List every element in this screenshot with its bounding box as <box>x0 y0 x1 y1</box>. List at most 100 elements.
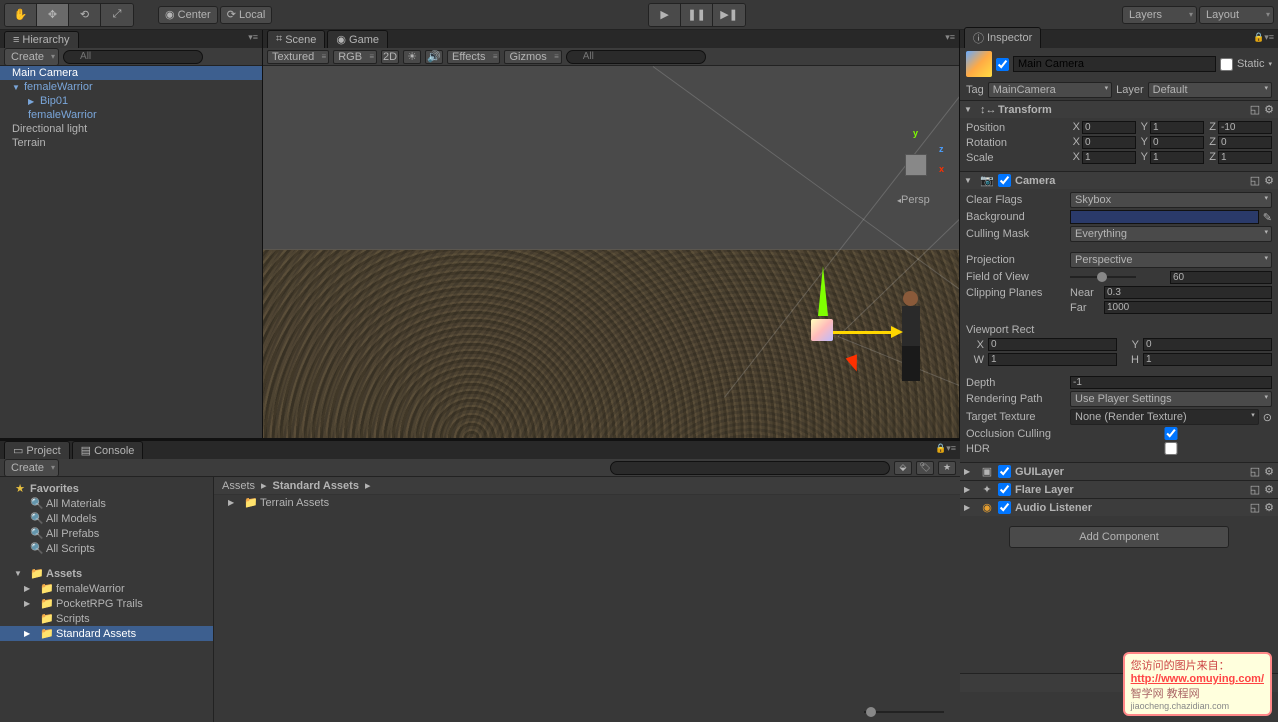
expand-icon[interactable]: ▼ <box>14 569 24 578</box>
gameobject-name-input[interactable] <box>1013 56 1216 72</box>
mode-2d-toggle[interactable]: 2D <box>381 50 399 64</box>
breadcrumb-item[interactable]: Assets <box>222 480 255 492</box>
vp-x-input[interactable] <box>988 338 1117 351</box>
hierarchy-item[interactable]: femaleWarrior <box>0 108 262 122</box>
render-mode-dropdown[interactable]: RGB <box>333 50 377 64</box>
panel-menu-icon[interactable]: ▾≡ <box>248 32 258 43</box>
expand-icon[interactable]: ▶ <box>24 584 34 593</box>
panel-menu-icon[interactable]: 🔒▾≡ <box>935 443 956 454</box>
static-checkbox[interactable] <box>1220 58 1233 71</box>
hierarchy-item[interactable]: Terrain <box>0 136 262 150</box>
expand-icon[interactable]: ▼ <box>964 105 974 114</box>
tab-project[interactable]: ▭Project <box>4 441 70 459</box>
shading-mode-dropdown[interactable]: Textured <box>267 50 329 64</box>
hierarchy-item[interactable]: Main Camera <box>0 66 262 80</box>
transform-gizmo[interactable] <box>823 331 893 334</box>
targettex-field[interactable]: None (Render Texture) <box>1070 409 1259 425</box>
tab-console[interactable]: ▤Console <box>72 441 144 459</box>
expand-icon[interactable]: ▶ <box>964 467 974 476</box>
pause-button[interactable]: ❚❚ <box>681 4 713 26</box>
thumbnail-size-slider[interactable] <box>864 706 944 718</box>
asset-folder[interactable]: ▶📁femaleWarrior <box>0 581 213 596</box>
help-icon[interactable]: ◱ <box>1250 501 1260 514</box>
gear-icon[interactable]: ⚙ <box>1264 103 1274 116</box>
tab-scene[interactable]: ⌗Scene <box>267 30 325 48</box>
panel-menu-icon[interactable]: ▾≡ <box>945 32 955 43</box>
hierarchy-item[interactable]: ▶Bip01 <box>0 94 262 108</box>
search-filter-icon[interactable]: ⬙ <box>894 461 912 475</box>
step-button[interactable]: ▶❚ <box>713 4 745 26</box>
panel-menu-icon[interactable]: 🔒▾≡ <box>1253 32 1274 43</box>
component-header-camera[interactable]: ▼ 📷 Camera ◱ ⚙ <box>960 172 1278 189</box>
scale-tool[interactable]: ⤢ <box>101 4 133 26</box>
search-save-icon[interactable]: ★ <box>938 461 956 475</box>
fov-input[interactable] <box>1170 271 1272 284</box>
hand-tool[interactable]: ✋ <box>5 4 37 26</box>
expand-icon[interactable]: ▼ <box>12 83 22 92</box>
lighting-toggle[interactable]: ☀ <box>403 50 421 64</box>
vp-y-input[interactable] <box>1143 338 1272 351</box>
clearflags-dropdown[interactable]: Skybox <box>1070 192 1272 208</box>
component-header-flarelayer[interactable]: ▶✦Flare Layer◱⚙ <box>960 481 1278 498</box>
expand-icon[interactable]: ▼ <box>964 176 974 185</box>
component-header-guilayer[interactable]: ▶▣GUILayer◱⚙ <box>960 463 1278 480</box>
project-tree[interactable]: ★Favorites 🔍All Materials 🔍All Models 🔍A… <box>0 477 214 722</box>
rotation-x-input[interactable] <box>1082 136 1136 149</box>
fov-slider[interactable] <box>1070 270 1166 284</box>
gear-icon[interactable]: ⚙ <box>1264 174 1274 187</box>
gear-icon[interactable]: ⚙ <box>1264 501 1274 514</box>
move-tool[interactable]: ✥ <box>37 4 69 26</box>
camera-enabled-checkbox[interactable] <box>998 174 1011 187</box>
hierarchy-create-button[interactable]: Create <box>4 48 59 66</box>
component-header-transform[interactable]: ▼ ↕↔ Transform ◱ ⚙ <box>960 101 1278 118</box>
rotate-tool[interactable]: ⟲ <box>69 4 101 26</box>
hierarchy-item[interactable]: ▼femaleWarrior <box>0 80 262 94</box>
asset-folder[interactable]: ▶📁PocketRPG Trails <box>0 596 213 611</box>
flarelayer-enabled-checkbox[interactable] <box>998 483 1011 496</box>
gameobject-icon[interactable] <box>966 51 992 77</box>
far-input[interactable] <box>1104 301 1272 314</box>
component-header-audiolistener[interactable]: ▶◉Audio Listener◱⚙ <box>960 499 1278 516</box>
favorites-header[interactable]: ★Favorites <box>0 481 213 496</box>
position-x-input[interactable] <box>1082 121 1136 134</box>
layout-dropdown[interactable]: Layout <box>1199 6 1274 24</box>
eyedropper-icon[interactable]: ✎ <box>1263 211 1272 224</box>
vp-h-input[interactable] <box>1143 353 1272 366</box>
search-label-icon[interactable]: 🏷 <box>916 461 934 475</box>
favorite-item[interactable]: 🔍All Materials <box>0 496 213 511</box>
scene-search-input[interactable] <box>566 50 706 64</box>
add-component-button[interactable]: Add Component <box>1009 526 1229 548</box>
position-z-input[interactable] <box>1218 121 1272 134</box>
breadcrumb-item[interactable]: Standard Assets <box>273 480 359 492</box>
asset-folder[interactable]: 📁Scripts <box>0 611 213 626</box>
help-icon[interactable]: ◱ <box>1250 483 1260 496</box>
expand-icon[interactable]: ▶ <box>228 498 238 507</box>
scale-z-input[interactable] <box>1218 151 1272 164</box>
hierarchy-item[interactable]: Directional light <box>0 122 262 136</box>
project-create-button[interactable]: Create <box>4 459 59 477</box>
audiolistener-enabled-checkbox[interactable] <box>998 501 1011 514</box>
gear-icon[interactable]: ⚙ <box>1264 465 1274 478</box>
expand-icon[interactable]: ▶ <box>964 503 974 512</box>
expand-icon[interactable]: ▶ <box>964 485 974 494</box>
hierarchy-search-input[interactable] <box>63 50 203 64</box>
hdr-checkbox[interactable] <box>1070 442 1272 455</box>
audio-toggle[interactable]: 🔊 <box>425 50 443 64</box>
expand-icon[interactable]: ▶ <box>28 97 38 106</box>
tab-hierarchy[interactable]: ≡Hierarchy <box>4 31 79 48</box>
near-input[interactable] <box>1104 286 1272 299</box>
pivot-center-button[interactable]: ◉ Center <box>158 6 218 24</box>
gizmo-z-axis[interactable] <box>823 331 828 336</box>
cullingmask-dropdown[interactable]: Everything <box>1070 226 1272 242</box>
asset-folder[interactable]: ▶📁Standard Assets <box>0 626 213 641</box>
project-search-input[interactable] <box>610 461 890 475</box>
favorite-item[interactable]: 🔍All Scripts <box>0 541 213 556</box>
object-picker-icon[interactable]: ⊙ <box>1263 411 1272 424</box>
layer-dropdown[interactable]: Default <box>1148 82 1272 98</box>
background-color-field[interactable] <box>1070 210 1259 224</box>
guilayer-enabled-checkbox[interactable] <box>998 465 1011 478</box>
gizmo-y-axis[interactable] <box>818 266 828 316</box>
coords-local-button[interactable]: ⟳ Local <box>220 6 273 24</box>
play-button[interactable]: ▶ <box>649 4 681 26</box>
depth-input[interactable] <box>1070 376 1272 389</box>
